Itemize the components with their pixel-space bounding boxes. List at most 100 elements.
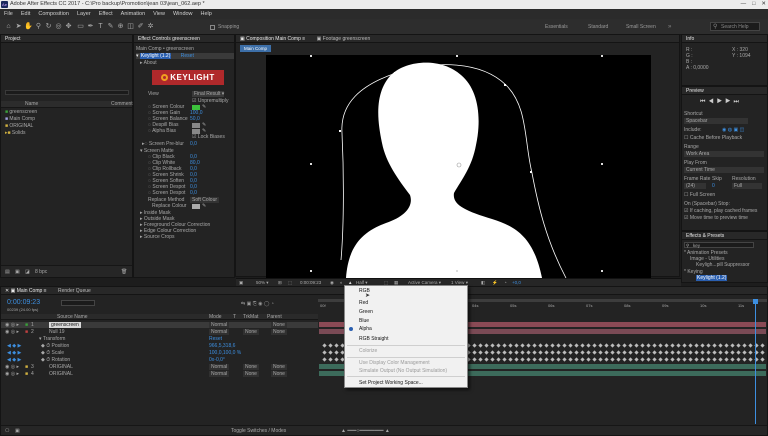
eraser-tool-icon[interactable]: ◫ xyxy=(126,22,135,31)
keyframe[interactable] xyxy=(322,350,327,355)
screen-colour-swatch[interactable] xyxy=(192,105,200,110)
keyframe[interactable] xyxy=(640,357,645,362)
keyframe[interactable] xyxy=(724,350,729,355)
keyframe[interactable] xyxy=(496,343,501,348)
snapping-checkbox[interactable] xyxy=(210,25,215,30)
keyframe[interactable] xyxy=(478,350,483,355)
transform-reset-link[interactable]: Reset xyxy=(209,336,222,342)
zoom-tool-icon[interactable]: ⚲ xyxy=(34,22,43,31)
menu-window[interactable]: Window xyxy=(173,11,193,17)
keyframe[interactable] xyxy=(634,357,639,362)
trash-icon[interactable]: 🗑 xyxy=(121,269,127,275)
keyframe[interactable] xyxy=(586,350,591,355)
keyframe[interactable] xyxy=(646,343,651,348)
preset-item[interactable]: Keyligh...pill Suppressor xyxy=(696,262,750,268)
tab-render-queue[interactable]: Render Queue xyxy=(58,287,91,294)
preset-item-selected[interactable]: Keylight (1.2) xyxy=(696,275,728,281)
keyframe[interactable] xyxy=(748,350,753,355)
keyframe[interactable] xyxy=(472,343,477,348)
roto-brush-tool-icon[interactable]: ✐ xyxy=(136,22,145,31)
keyframe[interactable] xyxy=(334,357,339,362)
despill-bias-swatch[interactable] xyxy=(192,123,200,128)
keyframe[interactable] xyxy=(544,350,549,355)
keyframe[interactable] xyxy=(694,350,699,355)
keyframe[interactable] xyxy=(532,343,537,348)
keyframe[interactable] xyxy=(556,343,561,348)
keyframe[interactable] xyxy=(706,357,711,362)
layer-trkmat[interactable]: None xyxy=(243,329,259,335)
keyframe[interactable] xyxy=(664,350,669,355)
menu-edit[interactable]: Edit xyxy=(21,11,30,17)
keyframe[interactable] xyxy=(748,343,753,348)
keyframe[interactable] xyxy=(538,343,543,348)
keyframe[interactable] xyxy=(742,350,747,355)
alpha-bias-swatch[interactable] xyxy=(192,129,200,134)
menu-item-rgb-straight[interactable]: RGB Straight xyxy=(359,336,388,342)
timeline-switches-icons[interactable]: ⇆ ▣ ⎘ ◉ ◯ ◔ xyxy=(241,301,274,307)
keyframe[interactable] xyxy=(580,350,585,355)
effect-param-row[interactable]: ◌ Screen Despot xyxy=(148,190,185,196)
keyframe[interactable] xyxy=(634,343,639,348)
keyframe[interactable] xyxy=(634,350,639,355)
keyframe[interactable] xyxy=(610,357,615,362)
keyframe[interactable] xyxy=(736,350,741,355)
keyframe[interactable] xyxy=(328,357,333,362)
keyframe[interactable] xyxy=(712,350,717,355)
keyframe[interactable] xyxy=(484,350,489,355)
layer-switches[interactable]: ◉ ◎ ▸ xyxy=(5,329,19,335)
keyframe[interactable] xyxy=(472,357,477,362)
param-value[interactable]: 0,0 xyxy=(190,141,197,147)
keyframe[interactable] xyxy=(628,343,633,348)
keyframe-navigator[interactable]: ◀ ◆ ▶ xyxy=(7,357,21,363)
keyframe[interactable] xyxy=(676,350,681,355)
keyframe[interactable] xyxy=(760,350,765,355)
keyframe[interactable] xyxy=(664,357,669,362)
keyframe[interactable] xyxy=(592,350,597,355)
layer-row[interactable]: ◉ ◎ ▸ ■ 4 ORIGINAL Normal None None xyxy=(1,371,318,377)
project-item[interactable]: ■ ORIGINAL xyxy=(5,123,33,129)
keyframe[interactable] xyxy=(616,357,621,362)
bit-depth-label[interactable]: 8 bpc xyxy=(35,269,47,275)
workspace-essentials[interactable]: Essentials xyxy=(545,24,568,30)
toggle-switches-modes[interactable]: Toggle Switches / Modes xyxy=(231,428,286,434)
label-color-icon[interactable]: ■ xyxy=(25,364,28,370)
home-icon[interactable]: ⌂ xyxy=(4,22,13,31)
keyframe[interactable] xyxy=(706,343,711,348)
keyframe[interactable] xyxy=(328,350,333,355)
column-trkmat[interactable]: TrkMat xyxy=(243,314,258,320)
keyframe[interactable] xyxy=(544,343,549,348)
keyframe[interactable] xyxy=(586,357,591,362)
keyframe[interactable] xyxy=(496,350,501,355)
zoom-slider[interactable]: ▲ ━━━○━━━━━━━━ ▲ xyxy=(341,428,390,434)
keyframe[interactable] xyxy=(514,357,519,362)
transform-property[interactable]: ◆ ⏱ Position xyxy=(41,343,69,349)
keyframe[interactable] xyxy=(550,343,555,348)
param-value[interactable]: 50,0 xyxy=(190,116,200,122)
keyframe[interactable] xyxy=(646,357,651,362)
effect-param-row[interactable]: ◌ Alpha Bias xyxy=(148,128,176,134)
menu-item-green[interactable]: Green xyxy=(359,309,373,315)
tab-preview[interactable]: Preview xyxy=(686,87,704,94)
frame-rate-dropdown[interactable]: (24) xyxy=(684,183,706,189)
keyframe[interactable] xyxy=(484,357,489,362)
keyframe-navigator[interactable]: ◀ ◆ ▶ xyxy=(7,350,21,356)
keyframe[interactable] xyxy=(640,343,645,348)
text-tool-icon[interactable]: T xyxy=(96,22,105,31)
keyframe[interactable] xyxy=(478,343,483,348)
keyframe[interactable] xyxy=(592,357,597,362)
keyframe[interactable] xyxy=(682,343,687,348)
column-comment[interactable]: Comment xyxy=(111,101,133,107)
menu-item-set-working-space[interactable]: Set Project Working Space... xyxy=(359,380,423,386)
keyframe[interactable] xyxy=(502,343,507,348)
keyframe[interactable] xyxy=(562,357,567,362)
menu-help[interactable]: Help xyxy=(201,11,212,17)
column-name[interactable]: Name xyxy=(25,101,38,107)
layer-trkmat[interactable]: None xyxy=(243,364,259,370)
hand-tool-icon[interactable]: ✋ xyxy=(24,22,33,31)
keyframe[interactable] xyxy=(574,343,579,348)
clone-stamp-tool-icon[interactable]: ⊕ xyxy=(116,22,125,31)
close-button[interactable]: ✕ xyxy=(761,0,766,9)
layer-mode[interactable]: Normal xyxy=(209,329,230,335)
keyframe[interactable] xyxy=(520,350,525,355)
comp-viewer[interactable] xyxy=(266,55,651,278)
